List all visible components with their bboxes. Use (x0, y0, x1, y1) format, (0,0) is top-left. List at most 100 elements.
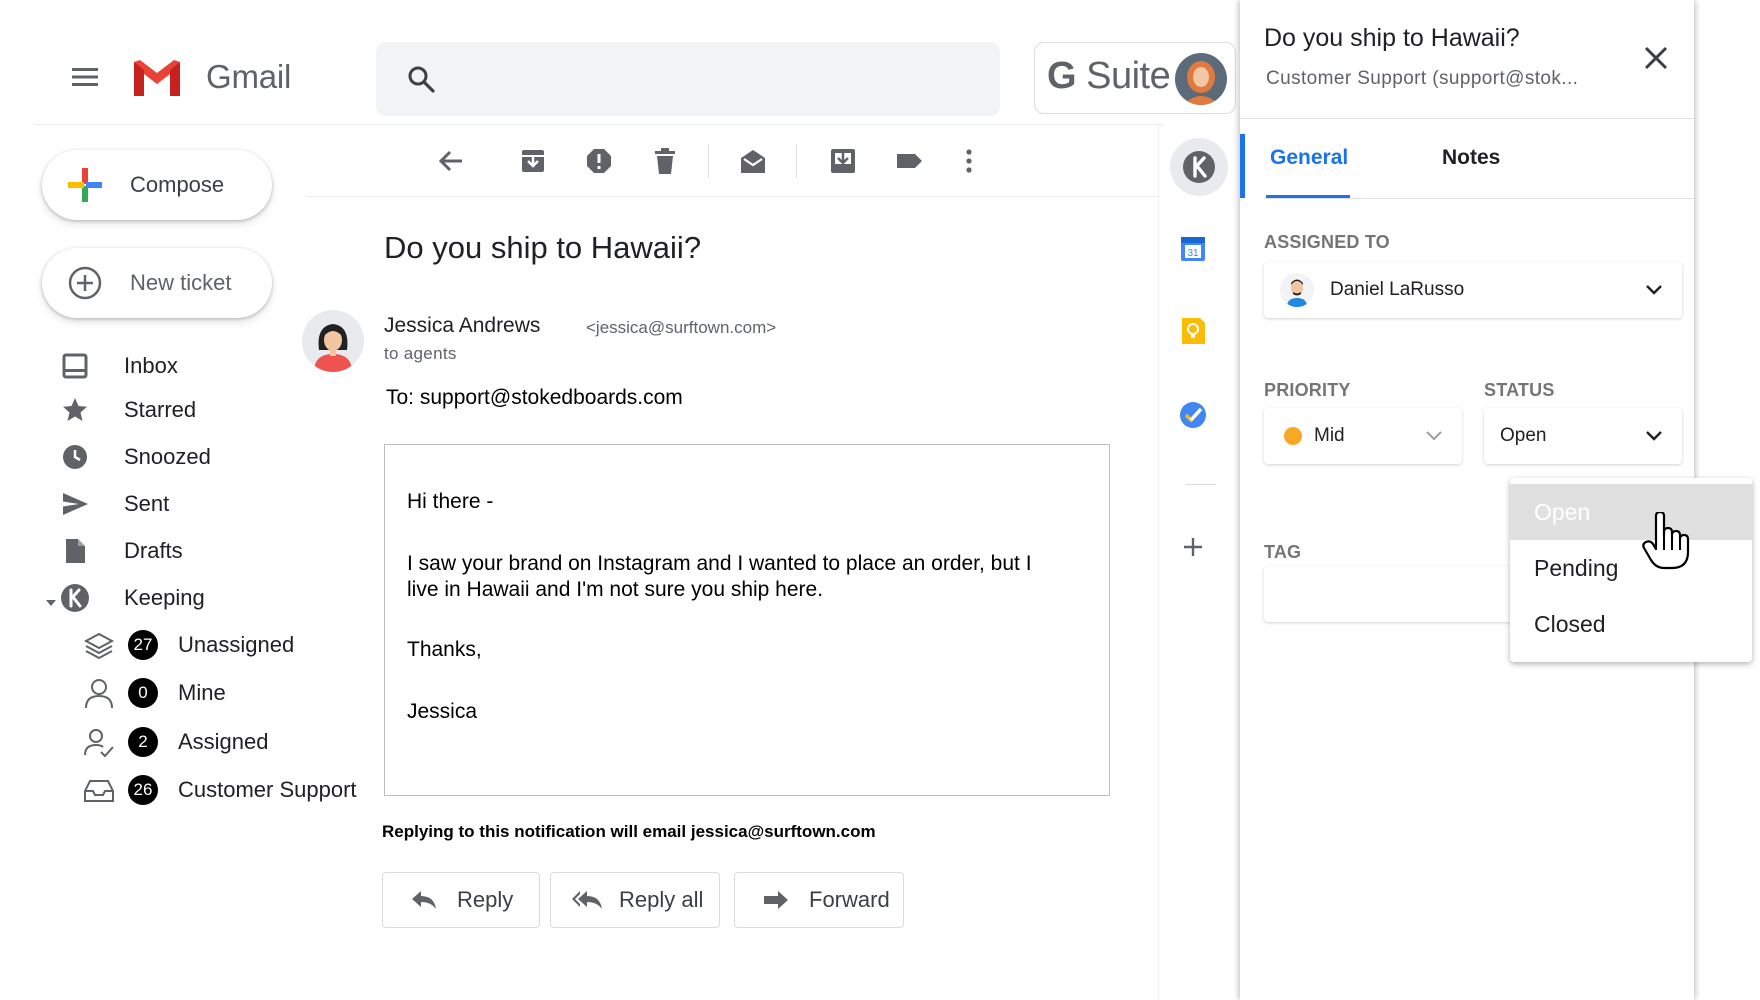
status-option-closed[interactable]: Closed (1510, 596, 1752, 652)
nav-item-label: Inbox (124, 353, 178, 378)
status-option-pending[interactable]: Pending (1510, 540, 1752, 596)
tabs-divider (1264, 198, 1694, 199)
caret-down-icon[interactable] (44, 596, 58, 610)
keeping-addon-icon[interactable] (1170, 138, 1228, 196)
forward-label: Forward (809, 887, 890, 912)
tab-notes[interactable]: Notes (1442, 146, 1500, 170)
new-ticket-label: New ticket (130, 270, 232, 295)
new-ticket-button[interactable]: New ticket (42, 248, 272, 318)
gmail-logo-icon[interactable] (130, 56, 184, 100)
tab-general[interactable]: General (1270, 146, 1348, 170)
inbox-icon (60, 351, 90, 381)
assignee-select[interactable]: Daniel LaRusso (1264, 262, 1682, 318)
sub-item-customer-support[interactable]: 26 Customer Support (82, 770, 357, 810)
forward-icon (763, 889, 789, 911)
tray-icon (82, 773, 116, 807)
nav-item-sent[interactable]: Sent (60, 484, 169, 524)
sub-item-label: Unassigned (178, 632, 295, 657)
person-icon (82, 676, 116, 710)
sub-item-label: Mine (178, 680, 226, 705)
nav-item-inbox[interactable]: Inbox (60, 346, 178, 386)
status-dropdown-menu: Open Pending Closed (1510, 478, 1752, 662)
reply-icon (411, 889, 437, 911)
body-signature: Jessica (407, 700, 478, 723)
count-badge: 2 (128, 727, 158, 757)
reply-label: Reply (457, 887, 514, 912)
priority-dot (1284, 427, 1302, 445)
chevron-down-icon (1424, 426, 1444, 446)
forward-button[interactable]: Forward (734, 872, 904, 928)
account-avatar[interactable] (1175, 53, 1227, 105)
panel-header-divider (1240, 118, 1694, 119)
panel-subtitle: Customer Support (support@stok... (1266, 68, 1579, 89)
rail-separator (1186, 484, 1216, 485)
chevron-down-icon (1644, 426, 1664, 446)
gsuite-account-switcher[interactable]: G Suite (1034, 42, 1236, 114)
delete-icon[interactable] (650, 146, 680, 176)
priority-select[interactable]: Mid (1264, 408, 1462, 464)
body-greeting: Hi there - (407, 490, 494, 513)
toolbar-separator (708, 144, 709, 178)
sender-email: <jessica@surftown.com> (586, 318, 777, 337)
tag-label: TAG (1264, 542, 1302, 562)
send-icon (60, 489, 90, 519)
nav-item-drafts[interactable]: Drafts (60, 531, 183, 571)
nav-item-snoozed[interactable]: Snoozed (60, 437, 211, 477)
hand-cursor-icon (1642, 512, 1690, 570)
archive-icon[interactable] (518, 146, 548, 176)
move-to-icon[interactable] (828, 146, 858, 176)
person-check-icon (82, 725, 116, 759)
compose-label: Compose (130, 172, 225, 197)
nav-item-starred[interactable]: Starred (60, 390, 196, 430)
sub-item-mine[interactable]: 0 Mine (82, 673, 226, 713)
email-body: Hi there - I saw your brand on Instagram… (384, 444, 1110, 796)
assignee-avatar (1280, 273, 1314, 307)
tag-input[interactable] (1264, 566, 1518, 622)
close-icon[interactable] (1640, 42, 1672, 74)
sub-item-unassigned[interactable]: 27 Unassigned (82, 625, 294, 665)
report-spam-icon[interactable] (584, 146, 614, 176)
clock-icon (60, 442, 90, 472)
mark-unread-icon[interactable] (738, 146, 768, 176)
add-addon-icon[interactable] (1176, 530, 1210, 564)
priority-label: PRIORITY (1264, 380, 1351, 400)
reply-all-icon (571, 889, 603, 911)
sender-name: Jessica Andrews (384, 314, 541, 337)
header-divider (34, 124, 1164, 125)
priority-value: Mid (1314, 425, 1345, 446)
sub-item-assigned[interactable]: 2 Assigned (82, 722, 269, 762)
body-paragraph: I saw your brand on Instagram and I want… (407, 552, 1032, 601)
plus-circle-icon (66, 264, 104, 302)
count-badge: 26 (128, 775, 158, 805)
label-icon[interactable] (894, 146, 924, 176)
keeping-logo-icon (60, 583, 90, 613)
calendar-icon[interactable]: 31 (1176, 232, 1210, 266)
reply-all-button[interactable]: Reply all (550, 872, 720, 928)
nav-item-label: Starred (124, 397, 197, 422)
more-vert-icon[interactable] (954, 146, 984, 176)
search-icon[interactable] (406, 64, 436, 94)
compose-button[interactable]: Compose (42, 150, 272, 220)
reply-button[interactable]: Reply (382, 872, 540, 928)
search-input[interactable] (376, 42, 1000, 116)
layers-icon (82, 628, 116, 662)
reply-all-label: Reply all (619, 887, 704, 912)
svg-text:31: 31 (1187, 248, 1199, 259)
plus-color-icon (66, 166, 104, 204)
status-option-open[interactable]: Open (1510, 484, 1752, 540)
menu-icon[interactable] (70, 62, 100, 92)
nav-item-label: Keeping (124, 585, 205, 610)
back-arrow-icon[interactable] (436, 146, 466, 176)
assignee-name: Daniel LaRusso (1330, 279, 1465, 300)
panel-title: Do you ship to Hawaii? (1264, 24, 1520, 52)
chevron-down-icon (1644, 280, 1664, 300)
nav-item-label: Sent (124, 491, 170, 516)
status-select[interactable]: Open (1484, 408, 1682, 464)
nav-item-label: Snoozed (124, 444, 211, 469)
nav-item-keeping[interactable]: Keeping (60, 578, 205, 618)
keep-notes-icon[interactable] (1176, 314, 1210, 348)
count-badge: 0 (128, 678, 158, 708)
tasks-icon[interactable] (1176, 398, 1210, 432)
to-line: To: support@stokedboards.com (386, 386, 683, 409)
rail-divider (1158, 124, 1159, 1000)
